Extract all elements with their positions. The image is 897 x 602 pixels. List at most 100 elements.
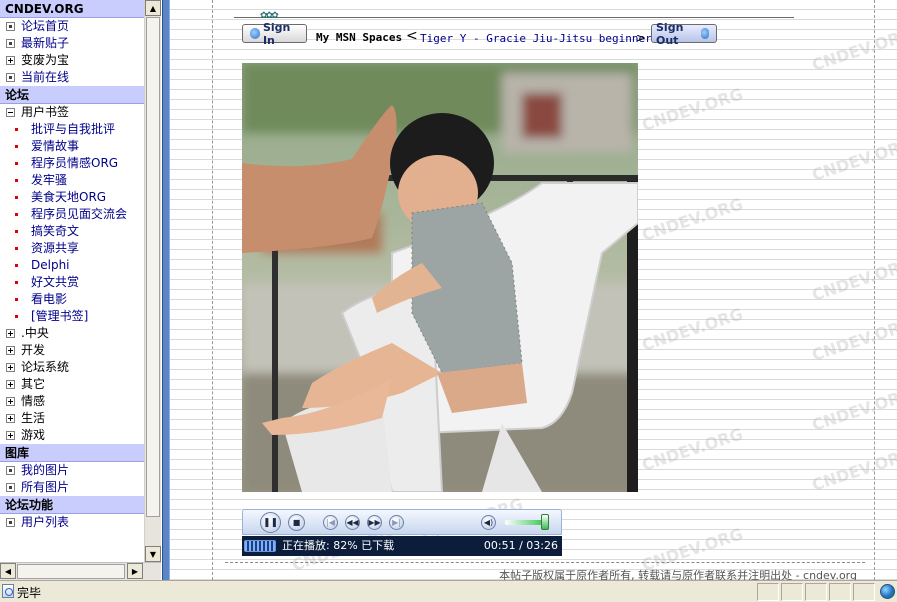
bullet-icon	[15, 230, 18, 233]
expand-icon[interactable]	[6, 346, 15, 355]
sidebar-item[interactable]: 程序员见面交流会	[0, 206, 144, 223]
scroll-up-button[interactable]: ▲	[145, 0, 161, 16]
sidebar-item[interactable]: 变废为宝	[0, 52, 144, 69]
sidebar-item[interactable]: 情感	[0, 393, 144, 410]
player-status-text: 正在播放: 82% 已下载	[282, 539, 395, 552]
watermark-text: CNDEV.ORG	[639, 194, 746, 245]
sidebar-section-header: 论坛功能	[0, 496, 144, 514]
sidebar-item-label: 其它	[21, 377, 46, 391]
stop-button[interactable]: ■	[288, 514, 305, 531]
scroll-down-button[interactable]: ▼	[145, 546, 161, 562]
status-pane	[781, 583, 803, 601]
sidebar-item[interactable]: 搞笑奇文	[0, 223, 144, 240]
sidebar-item-label: 搞笑奇文	[31, 224, 80, 238]
sidebar-item[interactable]: 程序员情感ORG	[0, 155, 144, 172]
sidebar-item-label: 美食天地ORG	[31, 190, 107, 204]
sign-out-label: Sign Out	[656, 20, 684, 47]
expand-icon[interactable]	[6, 431, 15, 440]
sidebar-item[interactable]: 当前在线	[0, 69, 144, 86]
sidebar-item[interactable]: 最新贴子	[0, 35, 144, 52]
rewind-button[interactable]: ◀◀	[345, 515, 360, 530]
post-photo	[242, 63, 638, 492]
sidebar-item[interactable]: 其它	[0, 376, 144, 393]
frame-splitter[interactable]	[162, 0, 170, 580]
browser-status-bar: 完毕	[0, 580, 897, 602]
pause-icon: ❚❚	[262, 517, 279, 528]
sidebar-item[interactable]: 所有图片	[0, 479, 144, 496]
expand-icon[interactable]	[6, 329, 15, 338]
watermark-text: CNDEV.ORG	[809, 134, 897, 185]
sidebar-item-label: 所有图片	[21, 480, 70, 494]
player-time-text: 00:51 / 03:26	[483, 539, 558, 552]
watermark-text: CNDEV.ORG	[809, 314, 897, 365]
sidebar-item[interactable]: 用户书签	[0, 104, 144, 121]
sidebar-item[interactable]: .中央	[0, 325, 144, 342]
msn-butterfly-icon	[250, 28, 260, 39]
nav-frame: CNDEV.ORG 论坛首页 最新贴子 变废为宝 当前在线 论坛 用户书签 批评与自我批评 爱情…	[0, 0, 161, 580]
vertical-scrollbar[interactable]: ▲ ▼	[144, 0, 161, 562]
sidebar-item[interactable]: 开发	[0, 342, 144, 359]
sidebar-item[interactable]: 资源共享	[0, 240, 144, 257]
sign-in-button[interactable]: Sign In	[242, 21, 307, 47]
sidebar-item-label: 用户书签	[21, 105, 70, 119]
next-button[interactable]: ▶|	[389, 515, 404, 530]
media-player: ❚❚ ■ |◀ ◀◀ ▶▶ ▶| ◀) 正在播放: 82% 已下载 00:51 …	[242, 509, 562, 557]
sidebar-item[interactable]: 好文共赏	[0, 274, 144, 291]
msn-space-link[interactable]: Tiger Y - Gracie Jiu-Jitsu beginner	[420, 32, 652, 45]
sidebar-item-label: 论坛首页	[21, 19, 70, 33]
expand-icon[interactable]	[6, 397, 15, 406]
sidebar-item-label: 程序员见面交流会	[31, 207, 128, 221]
status-pane	[853, 583, 875, 601]
expand-icon[interactable]	[6, 380, 15, 389]
fast-forward-button[interactable]: ▶▶	[367, 515, 382, 530]
sign-out-button[interactable]: Sign Out	[651, 21, 717, 47]
expand-icon[interactable]	[6, 414, 15, 423]
sidebar-item-label: Delphi	[31, 258, 70, 272]
copyright-notice: 本帖子版权属于原作者所有, 转载请与原作者联系并注明出处 - cndev.org	[499, 569, 857, 580]
expand-icon[interactable]	[6, 363, 15, 372]
sidebar-item-label: 最新贴子	[21, 36, 70, 50]
sidebar-section-header: 图库	[0, 444, 144, 462]
vertical-scroll-thumb[interactable]	[146, 17, 160, 517]
sidebar-item[interactable]: 爱情故事	[0, 138, 144, 155]
node-icon	[6, 483, 15, 492]
sidebar-item-label: 生活	[21, 411, 46, 425]
sidebar-item-label: 看电影	[31, 292, 68, 306]
sidebar-item-label: 情感	[21, 394, 46, 408]
sidebar-item[interactable]: 生活	[0, 410, 144, 427]
player-status-bar: 正在播放: 82% 已下载 00:51 / 03:26	[242, 536, 562, 556]
sidebar-item[interactable]: 看电影	[0, 291, 144, 308]
sidebar-item[interactable]: 我的图片	[0, 462, 144, 479]
sidebar-item[interactable]: 论坛首页	[0, 18, 144, 35]
watermark-text: CNDEV.ORG	[639, 84, 746, 135]
scroll-right-button[interactable]: ▶	[127, 563, 143, 579]
sidebar-item[interactable]: Delphi	[0, 257, 144, 274]
status-pane	[805, 583, 827, 601]
previous-button[interactable]: |◀	[323, 515, 338, 530]
sidebar-item-label: 变废为宝	[21, 53, 70, 67]
volume-slider-thumb[interactable]	[541, 514, 549, 530]
sidebar-item-label: 开发	[21, 343, 46, 357]
sidebar-item[interactable]: 游戏	[0, 427, 144, 444]
sidebar-item[interactable]: 批评与自我批评	[0, 121, 144, 138]
mute-button[interactable]: ◀)	[481, 515, 496, 530]
sidebar-item-label: 发牢骚	[31, 173, 68, 187]
scroll-left-button[interactable]: ◀	[0, 563, 16, 579]
collapse-icon[interactable]	[6, 108, 15, 117]
sidebar-item[interactable]: 美食天地ORG	[0, 189, 144, 206]
msn-spaces-title: My MSN Spaces	[316, 31, 403, 44]
horizontal-scroll-thumb[interactable]	[17, 564, 125, 579]
sidebar-item[interactable]: [管理书签]	[0, 308, 144, 325]
bullet-icon	[15, 162, 18, 165]
sidebar-item[interactable]: 发牢骚	[0, 172, 144, 189]
arrow-down-icon: ▼	[149, 549, 157, 559]
sidebar-item[interactable]: 论坛系统	[0, 359, 144, 376]
pause-button[interactable]: ❚❚	[260, 512, 281, 533]
horizontal-scrollbar[interactable]: ◀ ▶	[0, 562, 161, 580]
rewind-icon: ◀◀	[346, 518, 359, 527]
sidebar-item-label: [管理书签]	[31, 309, 89, 323]
sidebar-item[interactable]: 用户列表	[0, 514, 144, 531]
status-pane	[829, 583, 851, 601]
expand-icon[interactable]	[6, 56, 15, 65]
arrow-left-icon: ◀	[4, 566, 12, 576]
